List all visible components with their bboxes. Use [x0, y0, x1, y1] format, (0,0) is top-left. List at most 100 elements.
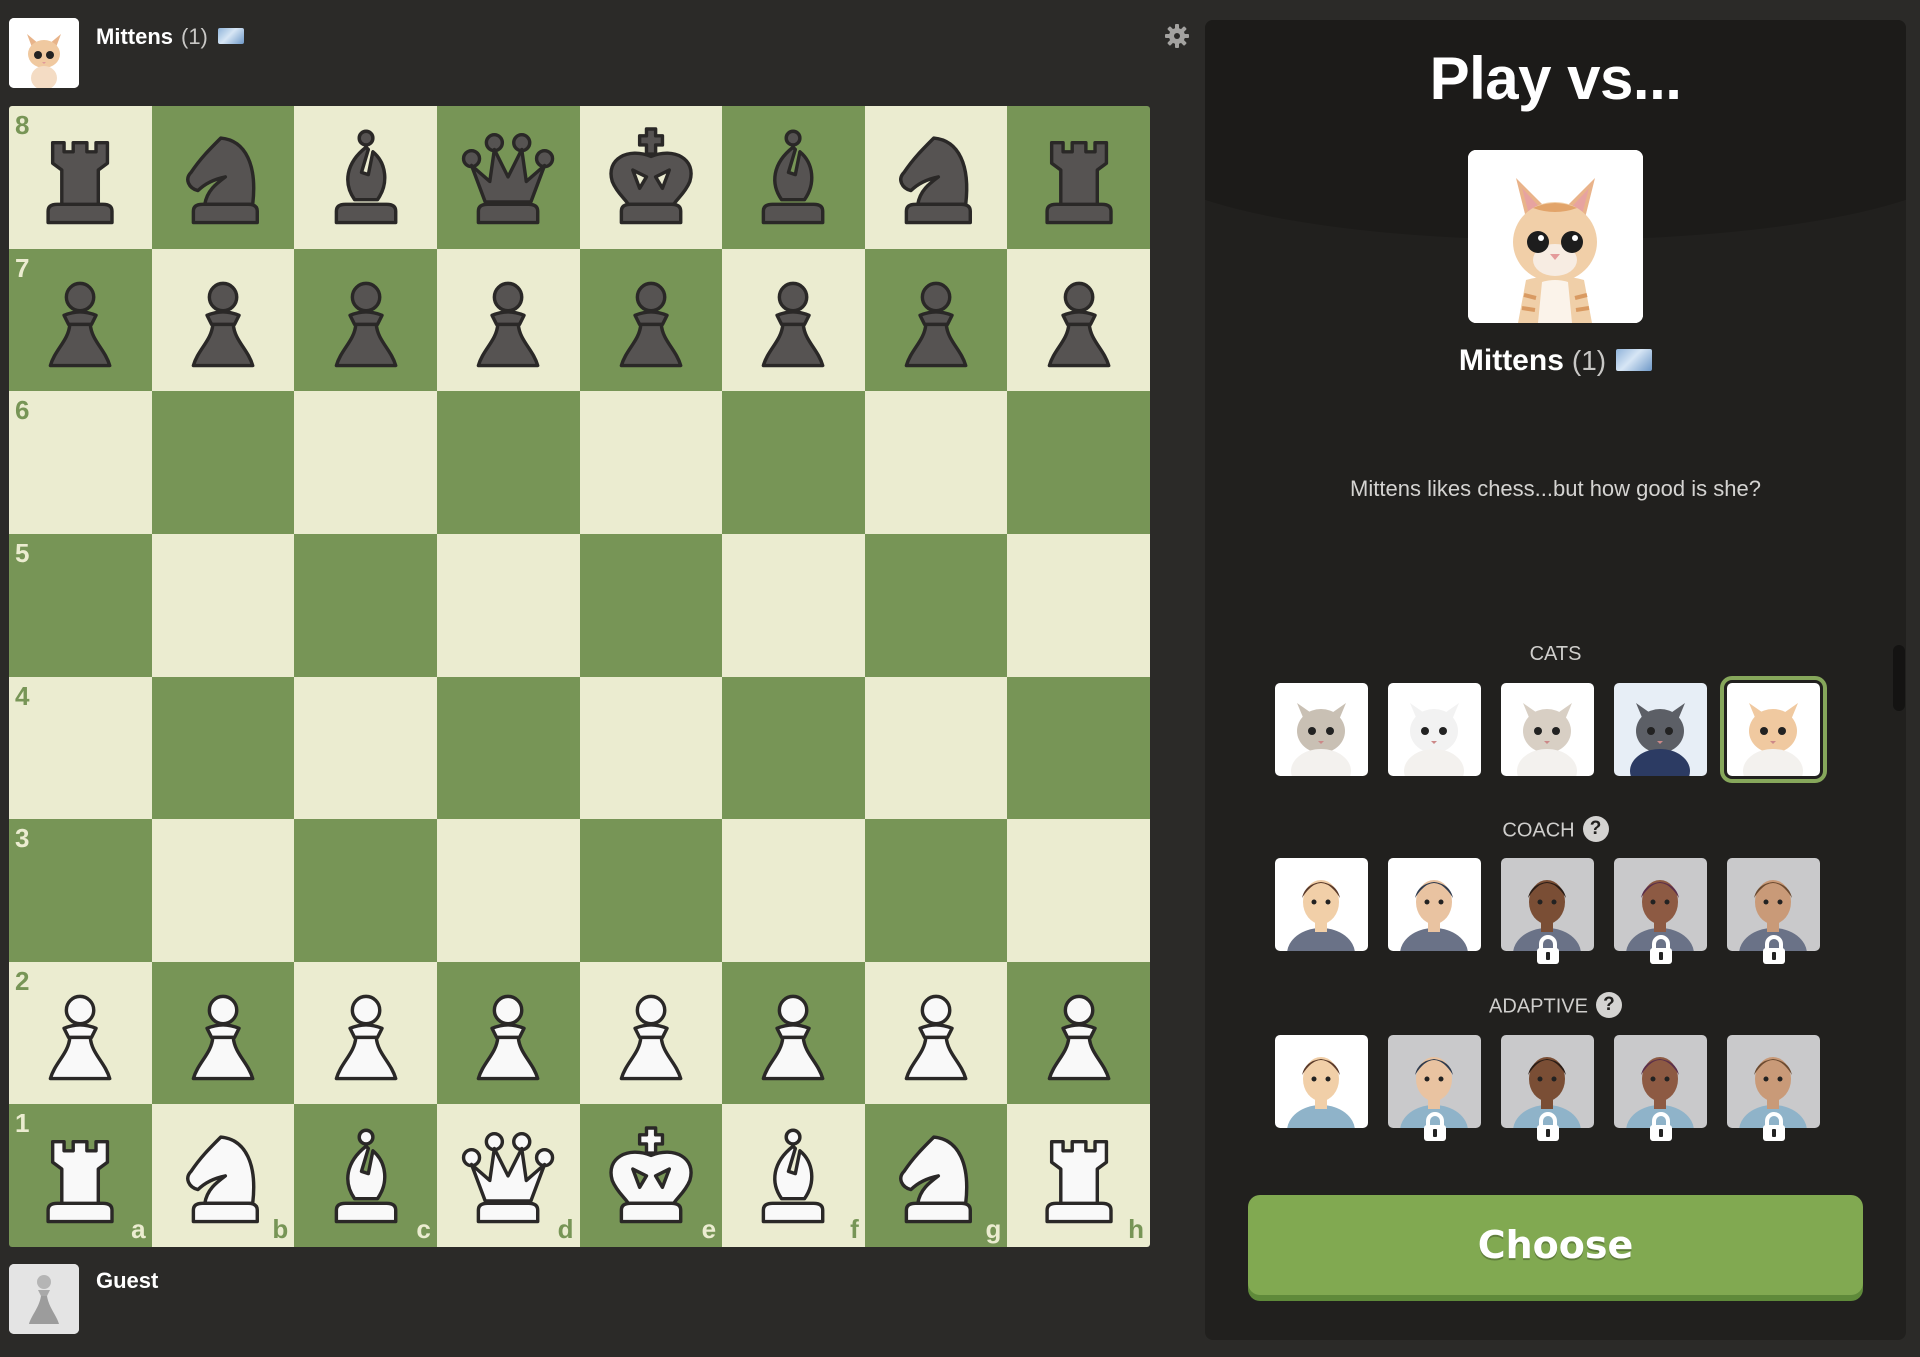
bot-tile-adaptive-2[interactable]: [1388, 1035, 1481, 1141]
square-e1[interactable]: e: [579, 1104, 723, 1247]
bot-tile-mittens[interactable]: [1720, 676, 1827, 783]
white-king-icon[interactable]: [594, 1116, 708, 1236]
square-f2[interactable]: [722, 961, 865, 1105]
square-a8[interactable]: 8: [9, 106, 152, 249]
square-d7[interactable]: [436, 248, 580, 392]
square-g1[interactable]: g: [864, 1104, 1008, 1247]
square-c6[interactable]: [294, 391, 437, 534]
square-a3[interactable]: 3: [9, 819, 152, 962]
black-pawn-icon[interactable]: [166, 260, 280, 380]
chess-board[interactable]: 876 5 4 3 21abcde fgh: [9, 106, 1150, 1247]
black-pawn-icon[interactable]: [736, 260, 850, 380]
white-pawn-icon[interactable]: [451, 973, 565, 1093]
square-f7[interactable]: [722, 248, 865, 392]
black-knight-icon[interactable]: [166, 117, 280, 237]
square-a7[interactable]: 7: [9, 248, 152, 392]
square-c1[interactable]: c: [294, 1104, 437, 1247]
bot-tile-coach-5[interactable]: [1727, 858, 1820, 964]
square-g2[interactable]: [864, 961, 1008, 1105]
square-g5[interactable]: [864, 533, 1008, 677]
black-king-icon[interactable]: [594, 117, 708, 237]
gear-icon[interactable]: [1163, 22, 1191, 50]
square-e6[interactable]: [579, 391, 723, 534]
square-a2[interactable]: 2: [9, 961, 152, 1105]
square-b5[interactable]: [151, 533, 295, 677]
bot-tile-cat-3[interactable]: [1501, 683, 1594, 776]
help-icon[interactable]: ?: [1582, 816, 1609, 842]
bot-tile-adaptive-3[interactable]: [1501, 1035, 1594, 1141]
white-pawn-icon[interactable]: [879, 973, 993, 1093]
square-a6[interactable]: 6: [9, 391, 152, 534]
help-icon[interactable]: ?: [1595, 992, 1622, 1018]
square-a1[interactable]: 1a: [9, 1104, 152, 1247]
black-knight-icon[interactable]: [879, 117, 993, 237]
square-a5[interactable]: 5: [9, 533, 152, 677]
square-g8[interactable]: [864, 106, 1008, 249]
square-b4[interactable]: [151, 676, 295, 820]
square-g7[interactable]: [864, 248, 1008, 392]
square-d1[interactable]: d: [436, 1104, 580, 1247]
square-d8[interactable]: [436, 106, 580, 249]
square-h5[interactable]: [1007, 533, 1150, 677]
white-knight-icon[interactable]: [166, 1116, 280, 1236]
white-queen-icon[interactable]: [451, 1116, 565, 1236]
square-c8[interactable]: [294, 106, 437, 249]
square-e5[interactable]: [579, 533, 723, 677]
square-b7[interactable]: [151, 248, 295, 392]
square-e4[interactable]: [579, 676, 723, 820]
white-bishop-icon[interactable]: [736, 1116, 850, 1236]
white-pawn-icon[interactable]: [594, 973, 708, 1093]
square-e7[interactable]: [579, 248, 723, 392]
square-a4[interactable]: 4: [9, 676, 152, 820]
bot-tile-cat-1[interactable]: [1275, 683, 1368, 776]
white-rook-icon[interactable]: [23, 1116, 137, 1236]
white-pawn-icon[interactable]: [1022, 973, 1136, 1093]
square-c4[interactable]: [294, 676, 437, 820]
square-h1[interactable]: h: [1007, 1104, 1150, 1247]
white-rook-icon[interactable]: [1022, 1116, 1136, 1236]
square-b1[interactable]: b: [151, 1104, 295, 1247]
square-h6[interactable]: [1007, 391, 1150, 534]
panel-scrollbar-thumb[interactable]: [1893, 645, 1905, 711]
square-b6[interactable]: [151, 391, 295, 534]
bot-tile-coach-4[interactable]: [1614, 858, 1707, 964]
square-g3[interactable]: [864, 819, 1008, 962]
bot-tile-coach-1[interactable]: [1275, 858, 1368, 951]
square-c5[interactable]: [294, 533, 437, 677]
choose-button[interactable]: Choose: [1248, 1195, 1863, 1295]
bot-tile-cat-2[interactable]: [1388, 683, 1481, 776]
black-bishop-icon[interactable]: [736, 117, 850, 237]
black-queen-icon[interactable]: [451, 117, 565, 237]
square-f8[interactable]: [722, 106, 865, 249]
square-f1[interactable]: f: [722, 1104, 865, 1247]
square-b2[interactable]: [151, 961, 295, 1105]
square-h2[interactable]: [1007, 961, 1150, 1105]
bot-tile-coach-3[interactable]: [1501, 858, 1594, 964]
square-e8[interactable]: [579, 106, 723, 249]
square-c3[interactable]: [294, 819, 437, 962]
black-rook-icon[interactable]: [23, 117, 137, 237]
square-h7[interactable]: [1007, 248, 1150, 392]
square-g4[interactable]: [864, 676, 1008, 820]
square-d3[interactable]: [436, 819, 580, 962]
square-f3[interactable]: [722, 819, 865, 962]
bot-tile-adaptive-1[interactable]: [1275, 1035, 1368, 1128]
square-f5[interactable]: [722, 533, 865, 677]
square-e2[interactable]: [579, 961, 723, 1105]
bot-tile-adaptive-5[interactable]: [1727, 1035, 1820, 1141]
square-f6[interactable]: [722, 391, 865, 534]
square-h4[interactable]: [1007, 676, 1150, 820]
white-pawn-icon[interactable]: [166, 973, 280, 1093]
white-pawn-icon[interactable]: [736, 973, 850, 1093]
bot-tile-adaptive-4[interactable]: [1614, 1035, 1707, 1141]
black-pawn-icon[interactable]: [1022, 260, 1136, 380]
bot-tile-cat-4[interactable]: [1614, 683, 1707, 776]
bot-tile-coach-2[interactable]: [1388, 858, 1481, 951]
black-pawn-icon[interactable]: [594, 260, 708, 380]
white-bishop-icon[interactable]: [309, 1116, 423, 1236]
square-e3[interactable]: [579, 819, 723, 962]
white-pawn-icon[interactable]: [23, 973, 137, 1093]
square-d5[interactable]: [436, 533, 580, 677]
white-knight-icon[interactable]: [879, 1116, 993, 1236]
square-b3[interactable]: [151, 819, 295, 962]
